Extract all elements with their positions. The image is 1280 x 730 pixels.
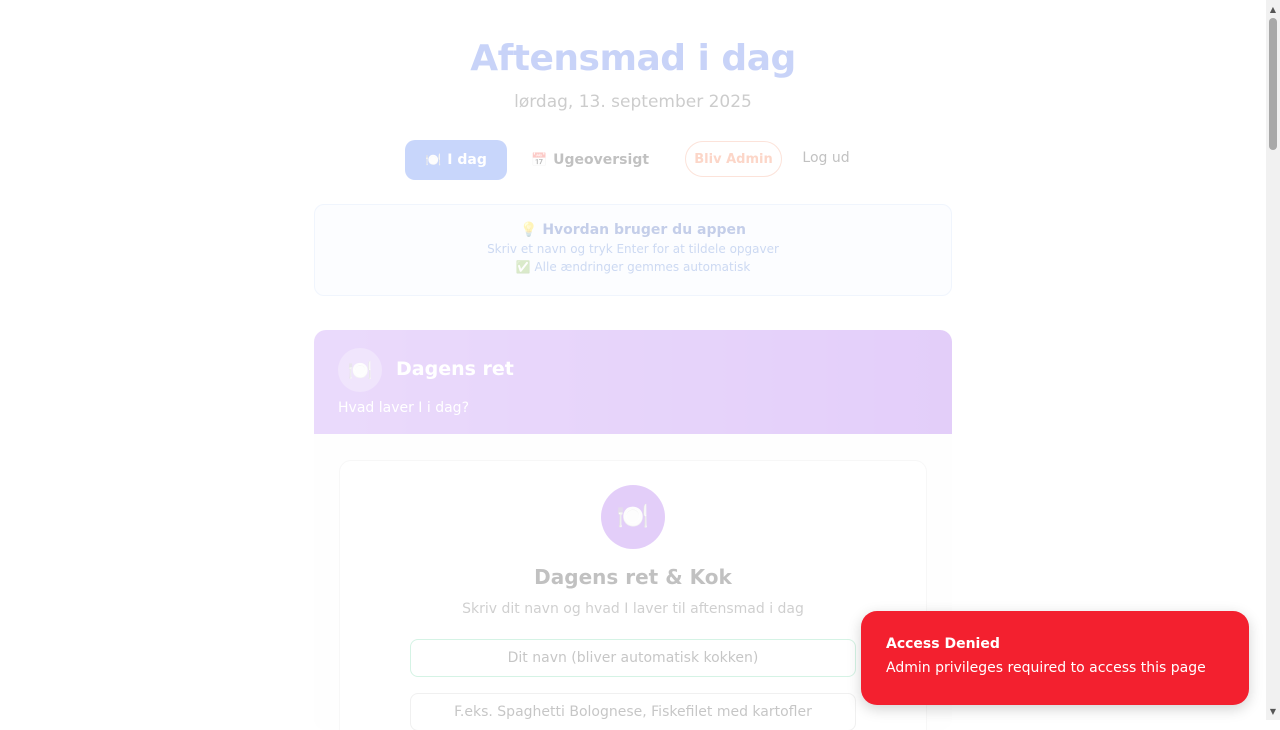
scrollbar-thumb[interactable] — [1269, 18, 1277, 150]
help-title-text: Hvordan bruger du appen — [542, 222, 746, 238]
help-box: 💡 Hvordan bruger du appen Skriv et navn … — [314, 204, 952, 296]
help-title: 💡 Hvordan bruger du appen — [315, 222, 951, 238]
calendar-icon: 📅 — [530, 152, 548, 168]
cook-name-input[interactable]: Dit navn (bliver automatisk kokken) — [410, 639, 856, 677]
dish-form-title: Dagens ret & Kok — [534, 565, 732, 589]
help-line-1: Skriv et navn og tryk Enter for at tilde… — [487, 242, 779, 256]
toast-title: Access Denied — [886, 636, 1000, 652]
tab-week-label: Ugeoversigt — [553, 152, 650, 168]
scrollbar[interactable]: ▲ ▼ — [1266, 0, 1280, 720]
dish-form: 🍽️ Dagens ret & Kok Skriv dit navn og hv… — [339, 460, 927, 730]
help-line-2: ✅ Alle ændringer gemmes automatisk — [515, 260, 751, 274]
page-date: lørdag, 13. september 2025 — [514, 92, 752, 112]
scroll-down-arrow-icon[interactable]: ▼ — [1266, 704, 1280, 718]
scroll-up-arrow-icon[interactable]: ▲ — [1266, 2, 1280, 16]
todays-dish-card: 🍽️ Dagens ret Hvad laver I i dag? 🍽️ Dag… — [314, 330, 952, 730]
tab-today-label: I dag — [447, 152, 487, 168]
become-admin-button[interactable]: Bliv Admin — [685, 141, 782, 177]
card-header: 🍽️ Dagens ret Hvad laver I i dag? — [314, 330, 952, 434]
access-denied-toast[interactable]: Access Denied Admin privileges required … — [861, 611, 1249, 705]
card-subtitle: Hvad laver I i dag? — [338, 400, 470, 416]
card-title: Dagens ret — [396, 358, 514, 380]
dish-input[interactable]: F.eks. Spaghetti Bolognese, Fiskefilet m… — [410, 693, 856, 730]
toast-message: Admin privileges required to access this… — [886, 660, 1206, 676]
page-title: Aftensmad i dag — [470, 38, 796, 79]
plate-icon: 🍽️ — [425, 152, 442, 168]
logout-button[interactable]: Log ud — [801, 140, 851, 176]
plate-icon: 🍽️ — [338, 348, 382, 392]
lightbulb-icon: 💡 — [520, 222, 538, 238]
tab-week-overview[interactable]: 📅 Ugeoversigt — [531, 140, 649, 180]
tab-today[interactable]: 🍽️ I dag — [405, 140, 507, 180]
plate-icon: 🍽️ — [601, 485, 665, 549]
dish-form-subtitle: Skriv dit navn og hvad I laver til aften… — [462, 601, 804, 617]
